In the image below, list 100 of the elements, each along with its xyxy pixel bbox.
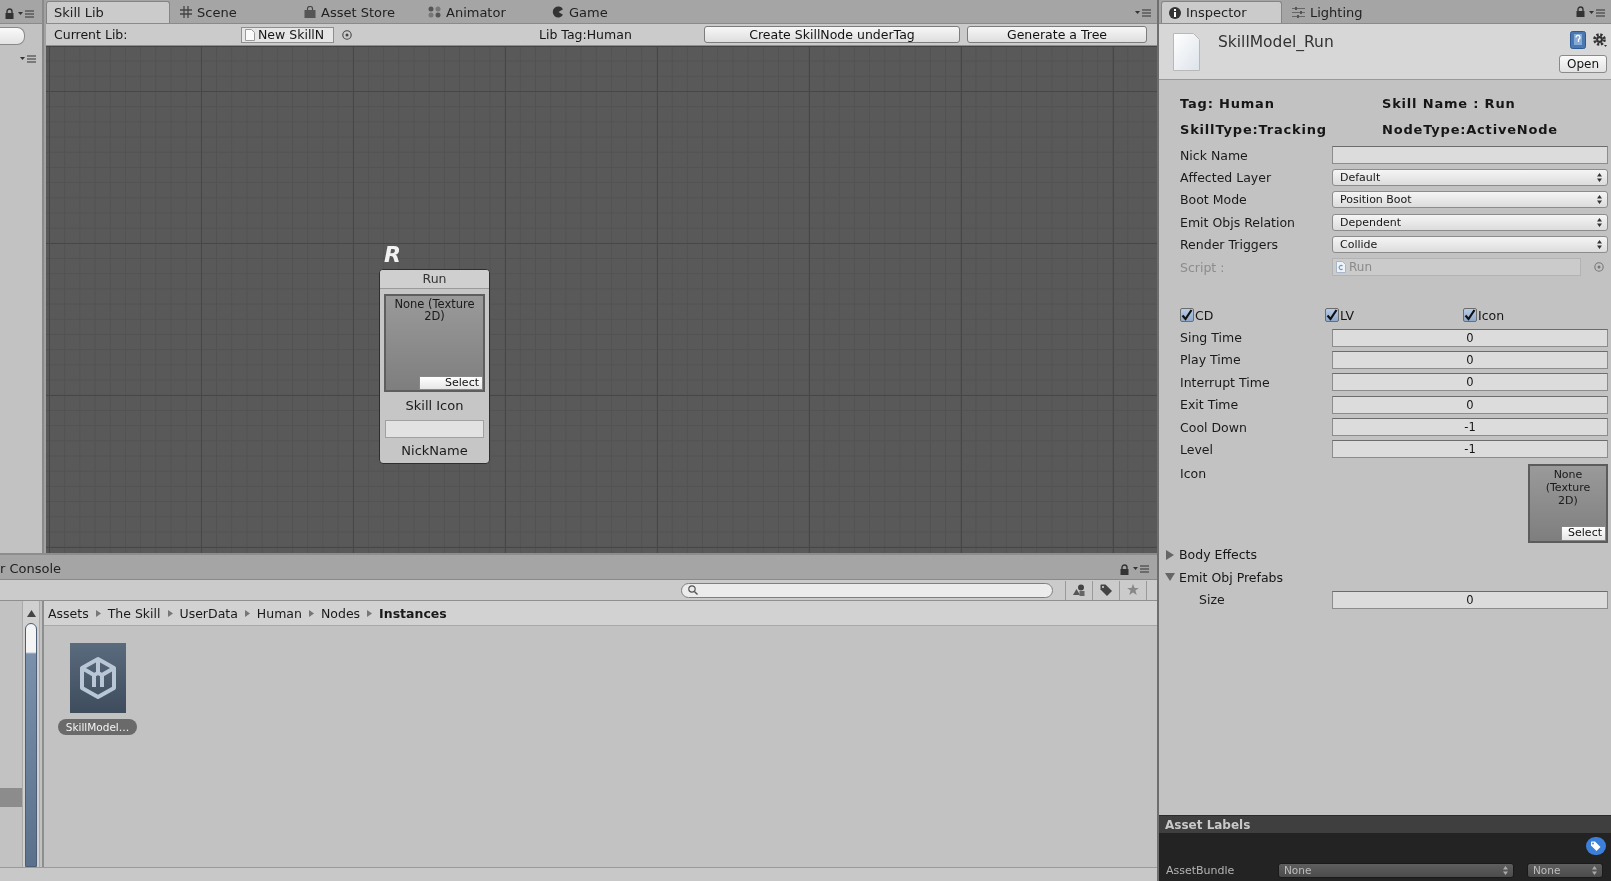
search-icon <box>688 585 698 595</box>
field-label: Exit Time <box>1180 397 1239 413</box>
breadcrumb-item[interactable]: Nodes <box>320 605 361 621</box>
editor-tab[interactable]: Asset Store <box>304 2 396 22</box>
dropdown[interactable]: None <box>1527 862 1603 878</box>
up-down-arrows-icon <box>1503 865 1508 875</box>
help-book-icon[interactable] <box>1570 31 1586 49</box>
shopping-bag-icon <box>304 6 316 18</box>
node-field-label: Skill Icon <box>405 398 464 414</box>
field-label: Icon <box>1180 465 1207 481</box>
input-field[interactable] <box>385 420 484 438</box>
foldout-label[interactable]: Emit Obj Prefabs <box>1179 569 1284 585</box>
toolbar-button[interactable]: Create SkillNode underTag <box>704 26 960 43</box>
up-down-arrows-icon <box>1597 217 1602 227</box>
chevron-icon <box>95 609 101 617</box>
hash-icon <box>180 6 192 18</box>
open-button[interactable]: Open <box>1559 55 1607 73</box>
field-label: Play Time <box>1180 352 1241 368</box>
breadcrumb-item[interactable]: Human <box>256 605 302 621</box>
number-field[interactable]: 0 <box>1332 590 1608 609</box>
lock-icon[interactable] <box>1120 563 1129 575</box>
dropdown[interactable]: Collide <box>1332 236 1608 254</box>
document-icon <box>245 28 255 41</box>
graph-node[interactable]: Run None (Texture 2D) Select Skill Icon NickName <box>379 269 490 464</box>
checkbox[interactable] <box>1325 308 1339 323</box>
scrollbar[interactable] <box>22 601 40 867</box>
breadcrumb-item[interactable]: The Skill <box>107 605 161 621</box>
up-down-arrows-icon <box>1597 195 1602 205</box>
menu-icon[interactable] <box>20 55 36 63</box>
dropdown[interactable]: Position Boot <box>1332 191 1608 209</box>
checkbox[interactable] <box>1463 308 1477 323</box>
search-field[interactable] <box>681 582 1053 598</box>
tag-icon[interactable] <box>1586 837 1606 855</box>
number-field[interactable]: -1 <box>1332 440 1608 459</box>
summary-text: Tag: Human <box>1180 95 1275 111</box>
cube-logo-icon[interactable] <box>69 643 126 713</box>
menu-icon[interactable] <box>18 9 34 18</box>
checkbox-label: CD <box>1195 307 1214 323</box>
menu-icon[interactable] <box>1133 565 1149 573</box>
number-field[interactable]: 0 <box>1332 328 1608 347</box>
node-marker-label: R <box>384 243 401 269</box>
summary-text: SkillType:Tracking <box>1180 121 1327 137</box>
texture-name: None (Texture 2D) <box>393 298 476 322</box>
lock-icon[interactable] <box>1576 6 1585 17</box>
sliders-icon <box>1292 6 1305 18</box>
object-field[interactable]: New SkillN <box>241 26 334 43</box>
checkbox[interactable] <box>1180 308 1194 323</box>
dropdown[interactable]: None <box>1278 862 1514 878</box>
field-label: Current Lib: <box>54 27 128 42</box>
field-label: Render Triggers <box>1180 237 1279 253</box>
node-field-label: NickName <box>401 443 468 459</box>
script-file-icon <box>1336 261 1346 274</box>
number-field[interactable]: 0 <box>1332 350 1608 369</box>
chevron-icon <box>367 609 373 617</box>
field-label: Interrupt Time <box>1180 374 1270 390</box>
select-button[interactable]: Select <box>419 376 483 390</box>
foldout-triangle-icon[interactable] <box>1165 572 1175 583</box>
editor-tab[interactable]: Skill Lib <box>46 1 170 23</box>
foldout-triangle-icon[interactable] <box>1165 549 1175 560</box>
menu-icon[interactable] <box>1589 9 1605 17</box>
up-down-arrows-icon <box>1592 865 1597 875</box>
chevron-icon <box>244 609 250 617</box>
inspector-tab[interactable]: Inspector <box>1161 1 1282 23</box>
object-picker-icon[interactable] <box>1594 262 1604 273</box>
asset-name-label[interactable]: SkillModel… <box>57 719 138 735</box>
dropdown[interactable]: Dependent <box>1332 213 1608 231</box>
scroll-up-icon[interactable] <box>26 610 36 617</box>
number-field[interactable]: -1 <box>1332 418 1608 437</box>
texture-preview[interactable]: None (Texture 2D) Select <box>1528 463 1608 543</box>
select-button[interactable]: Select <box>1561 525 1606 541</box>
lock-icon[interactable] <box>5 8 14 19</box>
foldout-label[interactable]: Body Effects <box>1179 547 1257 563</box>
menu-icon[interactable] <box>1135 9 1151 17</box>
toggle-field[interactable] <box>0 27 25 45</box>
editor-tab[interactable]: Game <box>552 2 608 22</box>
checkbox-label: LV <box>1340 307 1355 323</box>
inspector-tab[interactable]: Lighting <box>1292 2 1363 22</box>
texture-preview[interactable]: None (Texture 2D) Select <box>384 294 485 392</box>
object-picker-icon[interactable] <box>342 29 352 40</box>
panel-tab[interactable]: r Console <box>0 559 62 579</box>
field-label: Size <box>1199 592 1225 608</box>
breadcrumb-item[interactable]: Assets <box>48 605 89 621</box>
field-label: Sing Time <box>1180 330 1242 346</box>
scrollbar-thumb[interactable] <box>25 623 37 867</box>
field-label: AssetBundle <box>1166 863 1236 877</box>
pacman-icon <box>552 6 564 18</box>
breadcrumb-item[interactable]: UserData <box>179 605 238 621</box>
field-label: Cool Down <box>1180 419 1247 435</box>
text-field[interactable] <box>1332 146 1608 165</box>
file-icon <box>1173 33 1200 71</box>
gear-icon[interactable] <box>1593 33 1607 47</box>
number-field[interactable]: 0 <box>1332 395 1608 414</box>
dropdown[interactable]: Default <box>1332 169 1608 187</box>
field-label: Boot Mode <box>1180 192 1247 208</box>
number-field[interactable]: 0 <box>1332 373 1608 392</box>
toolbar-button[interactable]: Generate a Tree <box>967 26 1147 43</box>
breadcrumb-item[interactable]: Instances <box>379 605 447 621</box>
texture-name: None (Texture 2D) <box>1544 467 1592 507</box>
editor-tab[interactable]: Scene <box>180 2 237 22</box>
editor-tab[interactable]: Animator <box>428 2 506 22</box>
